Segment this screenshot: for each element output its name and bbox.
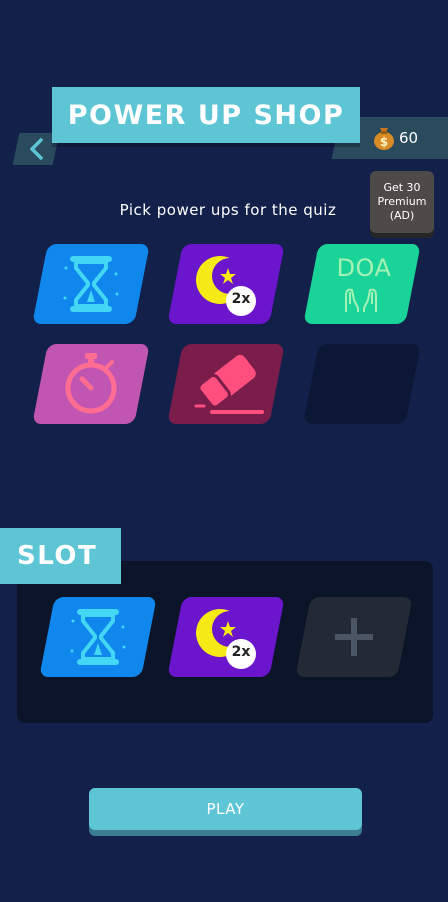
money-bag-icon: $ [374, 128, 394, 150]
doa-label: DOA [336, 254, 392, 282]
svg-text:$: $ [380, 135, 388, 149]
crescent-moon-icon [196, 256, 256, 316]
stopwatch-icon [65, 353, 117, 414]
eraser-icon [194, 354, 264, 414]
shop-item-empty [303, 344, 421, 424]
plus-icon [335, 618, 373, 656]
hourglass-icon [70, 609, 126, 665]
play-button[interactable]: PLAY [89, 788, 362, 830]
crescent-moon-icon [196, 609, 256, 669]
chevron-left-icon[interactable] [26, 137, 50, 161]
slot-title: SLOT [0, 528, 121, 584]
subtitle: Pick power ups for the quiz [119, 201, 337, 219]
slot-double-points-badge: 2x [231, 644, 251, 660]
hourglass-icon [63, 256, 119, 312]
coin-count: 60 [399, 129, 419, 147]
praying-hands-icon [345, 288, 377, 312]
premium-line-1: Get 30 [383, 181, 421, 194]
page-title: POWER UP SHOP [52, 87, 360, 143]
double-points-badge: 2x [231, 291, 251, 307]
